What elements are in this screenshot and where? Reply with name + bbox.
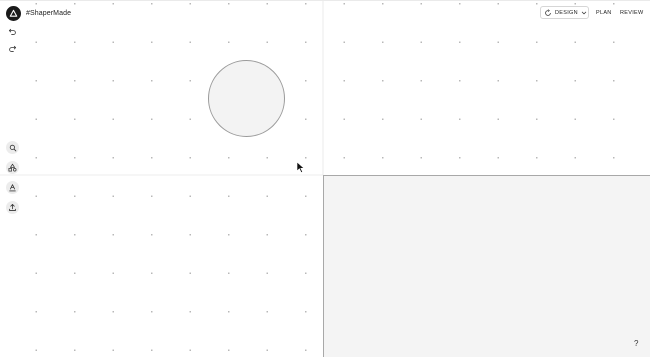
undo-button[interactable] bbox=[6, 25, 19, 38]
search-button[interactable] bbox=[6, 141, 19, 154]
circle-shape[interactable] bbox=[208, 60, 285, 137]
text-button[interactable] bbox=[6, 181, 19, 194]
refresh-icon bbox=[545, 8, 551, 16]
workspace-area[interactable] bbox=[323, 175, 650, 357]
chevron-down-icon bbox=[581, 11, 587, 14]
text-icon bbox=[9, 184, 16, 192]
nav-plan-link[interactable]: PLAN bbox=[596, 10, 612, 16]
help-button[interactable]: ? bbox=[634, 339, 638, 348]
shapes-button[interactable] bbox=[6, 161, 19, 174]
mode-select-design[interactable]: DESIGN bbox=[540, 6, 589, 19]
mouse-cursor-icon bbox=[296, 161, 305, 173]
nav-review-link[interactable]: REVIEW bbox=[620, 10, 644, 16]
mode-label: DESIGN bbox=[555, 9, 578, 16]
project-title: #ShaperMade bbox=[26, 10, 72, 17]
triangle-icon bbox=[9, 9, 18, 17]
redo-icon bbox=[9, 45, 17, 52]
upload-button[interactable] bbox=[6, 201, 19, 214]
undo-icon bbox=[8, 28, 16, 35]
redo-button[interactable] bbox=[6, 42, 19, 55]
design-canvas[interactable] bbox=[0, 0, 650, 357]
upload-icon bbox=[9, 204, 16, 211]
shaper-logo-icon[interactable] bbox=[6, 6, 21, 21]
search-icon bbox=[9, 144, 16, 151]
shapes-icon bbox=[8, 163, 17, 172]
